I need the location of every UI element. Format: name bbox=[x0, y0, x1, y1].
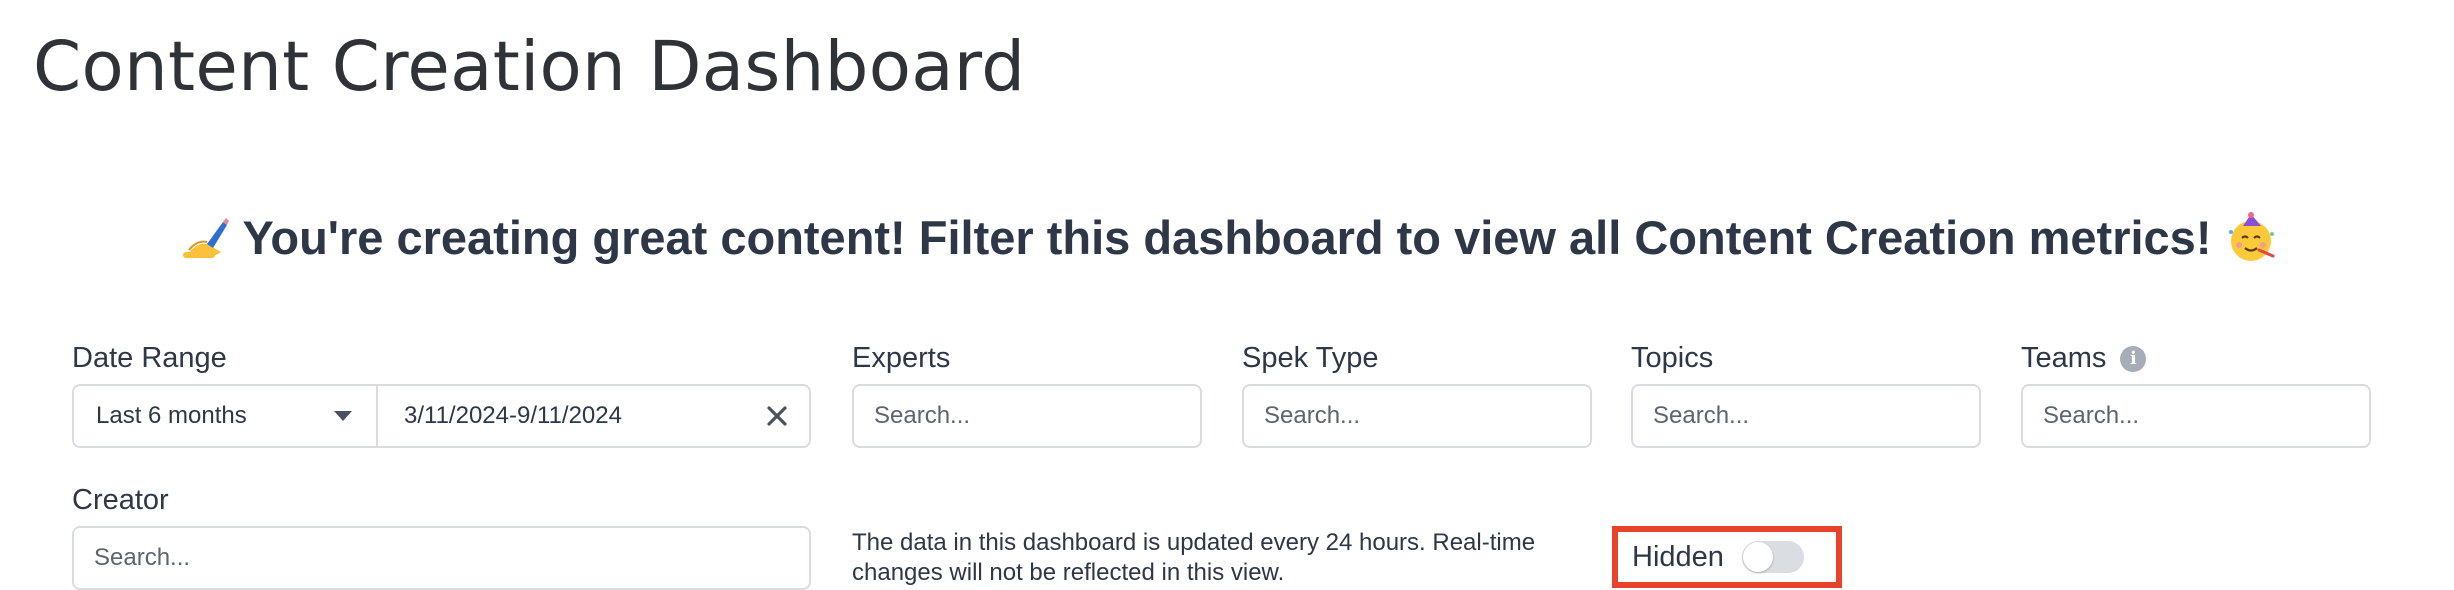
date-range-control: Last 6 months 3/11/2024-9/11/2024 bbox=[72, 384, 811, 448]
page-title: Content Creation Dashboard bbox=[33, 27, 1026, 107]
toggle-knob bbox=[1742, 542, 1773, 572]
date-range-preset-value: Last 6 months bbox=[96, 402, 247, 429]
date-range-value-field[interactable]: 3/11/2024-9/11/2024 bbox=[378, 386, 809, 446]
spek-type-label-text: Spek Type bbox=[1242, 342, 1379, 374]
topics-label: Topics bbox=[1631, 342, 1713, 375]
teams-field[interactable] bbox=[2021, 384, 2371, 448]
data-refresh-notice: The data in this dashboard is updated ev… bbox=[852, 528, 1602, 588]
hidden-toggle-label: Hidden bbox=[1632, 540, 1724, 573]
date-range-value: 3/11/2024-9/11/2024 bbox=[404, 402, 622, 429]
date-range-label-text: Date Range bbox=[72, 342, 227, 374]
spek-type-search-input[interactable] bbox=[1264, 402, 1570, 430]
topics-search-input[interactable] bbox=[1653, 402, 1959, 430]
date-range-label: Date Range bbox=[72, 342, 227, 375]
spek-type-field[interactable] bbox=[1242, 384, 1592, 448]
notice-line-2: changes will not be reflected in this vi… bbox=[852, 559, 1285, 586]
experts-label-text: Experts bbox=[852, 342, 951, 374]
topics-field[interactable] bbox=[1631, 384, 1981, 448]
experts-field[interactable] bbox=[852, 384, 1202, 448]
date-range-preset-select[interactable]: Last 6 months bbox=[74, 386, 378, 446]
caret-down-icon bbox=[334, 411, 352, 421]
teams-label: Teams i bbox=[2021, 342, 2147, 375]
notice-line-1: The data in this dashboard is updated ev… bbox=[852, 529, 1536, 556]
experts-search-input[interactable] bbox=[874, 402, 1180, 430]
experts-label: Experts bbox=[852, 342, 950, 375]
creator-label-text: Creator bbox=[72, 484, 169, 516]
teams-label-text: Teams bbox=[2021, 342, 2107, 374]
spek-type-label: Spek Type bbox=[1242, 342, 1379, 375]
dashboard-page: Content Creation Dashboard You're creati… bbox=[0, 0, 2454, 590]
writing-hand-icon bbox=[177, 212, 229, 264]
hidden-toggle-switch[interactable] bbox=[1741, 541, 1804, 573]
creator-label: Creator bbox=[72, 484, 169, 517]
creator-search-input[interactable] bbox=[94, 544, 789, 572]
info-icon[interactable]: i bbox=[2120, 345, 2147, 372]
creator-field[interactable] bbox=[72, 526, 811, 590]
partying-face-icon bbox=[2225, 211, 2277, 264]
welcome-banner: You're creating great content! Filter th… bbox=[0, 210, 2454, 265]
banner-text: You're creating great content! Filter th… bbox=[242, 211, 2212, 264]
topics-label-text: Topics bbox=[1631, 342, 1714, 374]
teams-search-input[interactable] bbox=[2043, 402, 2349, 430]
hidden-toggle-highlight: Hidden bbox=[1612, 526, 1842, 588]
clear-icon[interactable] bbox=[765, 404, 789, 428]
